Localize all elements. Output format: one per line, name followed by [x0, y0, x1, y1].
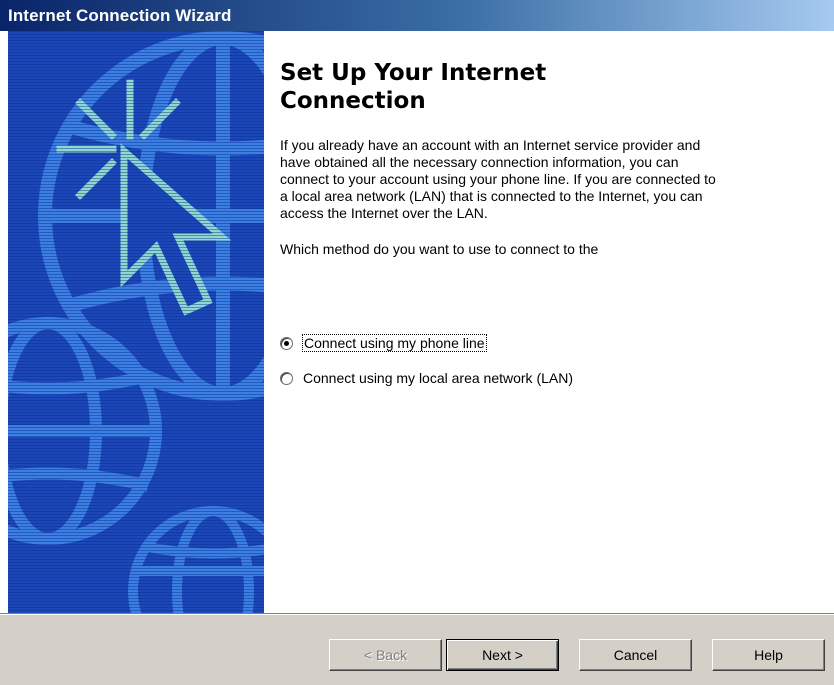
back-button[interactable]: < Back [329, 639, 442, 671]
page-heading: Set Up Your Internet Connection [280, 60, 547, 114]
wizard-text-area: Set Up Your Internet Connection If you a… [280, 59, 820, 258]
window-title: Internet Connection Wizard [8, 5, 232, 25]
question-text: Which method do you want to use to conne… [280, 241, 599, 257]
radio-unchecked-icon[interactable] [280, 371, 293, 385]
cancel-button[interactable]: Cancel [579, 639, 692, 671]
wizard-window: Internet Connection Wizard Set Up Your I… [0, 0, 834, 685]
globe-cursor-illustration [8, 31, 264, 613]
next-button[interactable]: Next > [446, 639, 559, 671]
title-bar[interactable]: Internet Connection Wizard [0, 0, 834, 31]
radio-checked-icon[interactable] [280, 336, 293, 350]
radio-lan-label[interactable]: Connect using my local area network (LAN… [303, 370, 573, 386]
description-text: If you already have an account with an I… [280, 137, 716, 221]
globe-cursor-icon [8, 31, 264, 613]
radio-phone-line[interactable]: Connect using my phone line [280, 334, 487, 352]
wizard-content: Set Up Your Internet Connection If you a… [0, 31, 834, 613]
footer-separator [0, 613, 834, 615]
radio-phone-line-label[interactable]: Connect using my phone line [302, 334, 487, 352]
help-button[interactable]: Help [712, 639, 825, 671]
radio-lan[interactable]: Connect using my local area network (LAN… [280, 370, 573, 386]
